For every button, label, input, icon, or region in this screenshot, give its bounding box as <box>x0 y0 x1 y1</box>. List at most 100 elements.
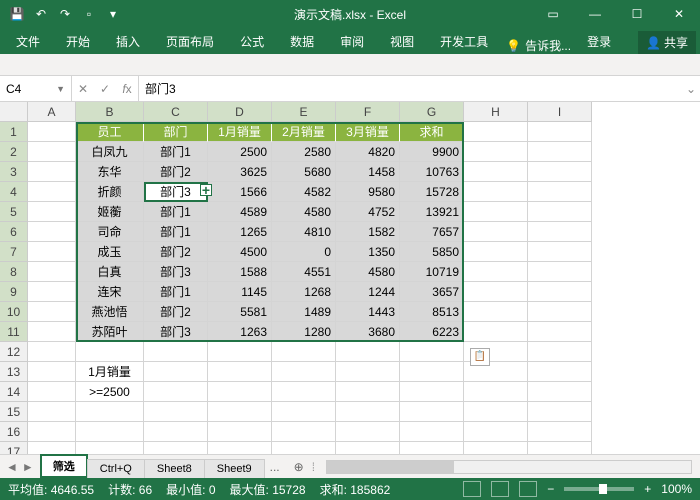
tab-file[interactable]: 文件 <box>4 29 52 54</box>
cell[interactable]: 连宋 <box>76 282 144 302</box>
cell[interactable]: 9580 <box>336 182 400 202</box>
cell[interactable] <box>528 282 592 302</box>
redo-icon[interactable]: ↷ <box>54 3 76 25</box>
cell[interactable] <box>528 202 592 222</box>
cell[interactable] <box>208 382 272 402</box>
cell[interactable]: 2500 <box>208 142 272 162</box>
row-header[interactable]: 13 <box>0 362 28 382</box>
cell[interactable] <box>528 322 592 342</box>
cell[interactable] <box>144 422 208 442</box>
cell[interactable] <box>272 442 336 454</box>
qat-more-icon[interactable]: ▾ <box>102 3 124 25</box>
login-link[interactable]: 登录 <box>575 29 623 54</box>
cell[interactable]: 4500 <box>208 242 272 262</box>
cell[interactable]: 折颜 <box>76 182 144 202</box>
tab-审阅[interactable]: 审阅 <box>328 29 376 54</box>
cell[interactable] <box>400 342 464 362</box>
cell[interactable] <box>464 122 528 142</box>
cell[interactable]: 姬蘅 <box>76 202 144 222</box>
cell[interactable] <box>28 242 76 262</box>
cell[interactable] <box>28 262 76 282</box>
sheet-tab[interactable]: Sheet9 <box>204 459 265 478</box>
cell[interactable]: 部门3 <box>144 322 208 342</box>
sheet-tab[interactable]: 筛选 <box>40 454 88 478</box>
cell[interactable] <box>28 442 76 454</box>
cell[interactable] <box>28 342 76 362</box>
cell[interactable] <box>528 382 592 402</box>
cell[interactable] <box>528 302 592 322</box>
h-scroll-thumb[interactable] <box>327 461 455 473</box>
cell[interactable] <box>464 322 528 342</box>
row-header[interactable]: 11 <box>0 322 28 342</box>
cell[interactable] <box>28 162 76 182</box>
col-header[interactable]: F <box>336 102 400 122</box>
cell[interactable] <box>400 362 464 382</box>
row-header[interactable]: 2 <box>0 142 28 162</box>
cell[interactable]: 4580 <box>272 202 336 222</box>
zoom-level[interactable]: 100% <box>661 482 692 496</box>
cell[interactable] <box>28 402 76 422</box>
cell[interactable]: 1280 <box>272 322 336 342</box>
cell[interactable] <box>528 442 592 454</box>
cell[interactable] <box>464 142 528 162</box>
cell[interactable] <box>464 242 528 262</box>
view-layout-button[interactable] <box>491 481 509 497</box>
cell[interactable]: 部门2 <box>144 302 208 322</box>
col-header[interactable]: H <box>464 102 528 122</box>
cell[interactable] <box>28 142 76 162</box>
cell[interactable]: 1582 <box>336 222 400 242</box>
cell[interactable]: 1月销量 <box>76 362 144 382</box>
row-header[interactable]: 6 <box>0 222 28 242</box>
cell[interactable]: 3657 <box>400 282 464 302</box>
row-header[interactable]: 7 <box>0 242 28 262</box>
cell[interactable]: 部门2 <box>144 242 208 262</box>
cell[interactable] <box>528 342 592 362</box>
sheet-nav[interactable]: ◄► <box>0 460 40 474</box>
row-header[interactable]: 3 <box>0 162 28 182</box>
cell[interactable] <box>464 422 528 442</box>
cell[interactable]: 1268 <box>272 282 336 302</box>
cell[interactable]: 5581 <box>208 302 272 322</box>
col-header[interactable]: I <box>528 102 592 122</box>
cell[interactable]: 成玉 <box>76 242 144 262</box>
cell[interactable] <box>464 222 528 242</box>
cell[interactable] <box>528 182 592 202</box>
cell[interactable] <box>28 322 76 342</box>
tab-公式[interactable]: 公式 <box>228 29 276 54</box>
cell[interactable]: 燕池悟 <box>76 302 144 322</box>
cell[interactable]: 5680 <box>272 162 336 182</box>
cell[interactable] <box>528 142 592 162</box>
cell[interactable]: 4580 <box>336 262 400 282</box>
cell[interactable] <box>76 402 144 422</box>
accept-fx-icon[interactable]: ✓ <box>94 82 116 96</box>
cell[interactable] <box>28 362 76 382</box>
cell[interactable]: 1458 <box>336 162 400 182</box>
cell[interactable] <box>528 422 592 442</box>
cell[interactable] <box>28 382 76 402</box>
zoom-slider[interactable] <box>564 487 634 491</box>
cell[interactable] <box>464 262 528 282</box>
undo-icon[interactable]: ↶ <box>30 3 52 25</box>
cell[interactable] <box>336 442 400 454</box>
new-sheet-button[interactable]: ⊕ <box>286 460 312 474</box>
tab-数据[interactable]: 数据 <box>278 29 326 54</box>
share-button[interactable]: 👤共享 <box>638 31 696 54</box>
cell[interactable]: 4589 <box>208 202 272 222</box>
cell[interactable] <box>464 282 528 302</box>
more-sheets-icon[interactable]: ... <box>264 460 286 474</box>
row-header[interactable]: 14 <box>0 382 28 402</box>
cell[interactable] <box>28 202 76 222</box>
cell[interactable] <box>76 422 144 442</box>
cell[interactable]: 司命 <box>76 222 144 242</box>
cell[interactable] <box>528 122 592 142</box>
view-break-button[interactable] <box>519 481 537 497</box>
cell[interactable] <box>28 182 76 202</box>
row-header[interactable]: 10 <box>0 302 28 322</box>
cell[interactable] <box>336 362 400 382</box>
cell[interactable] <box>464 382 528 402</box>
cell[interactable]: 2580 <box>272 142 336 162</box>
cell[interactable]: 0 <box>272 242 336 262</box>
h-scrollbar[interactable] <box>326 460 692 474</box>
cell[interactable] <box>28 282 76 302</box>
cell[interactable] <box>272 402 336 422</box>
